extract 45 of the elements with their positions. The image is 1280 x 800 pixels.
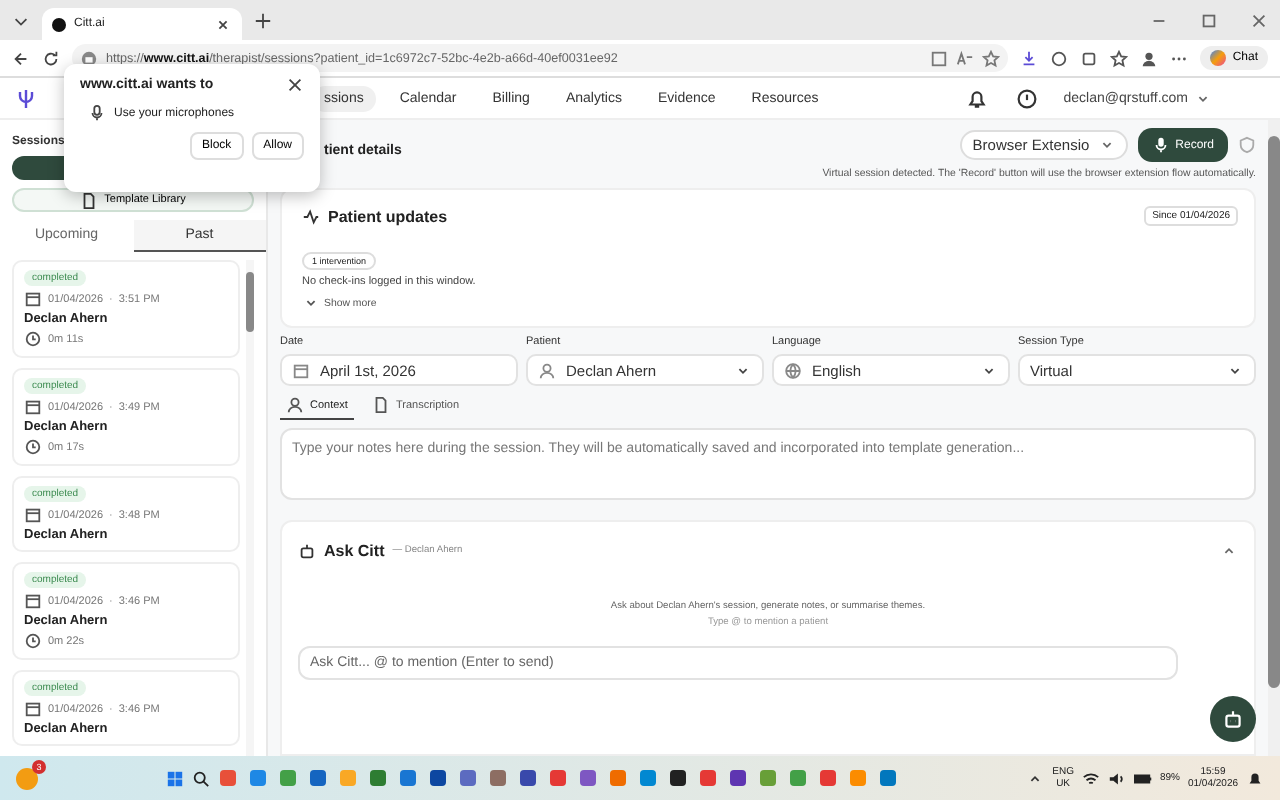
person-icon bbox=[538, 361, 556, 379]
favorites-icon[interactable] bbox=[1110, 49, 1129, 67]
site-info-icon[interactable] bbox=[80, 49, 98, 67]
volume-icon[interactable] bbox=[1107, 769, 1126, 787]
person-icon bbox=[286, 396, 304, 414]
robot-icon bbox=[1222, 708, 1244, 730]
calendar-icon bbox=[24, 592, 42, 610]
calendar-icon bbox=[292, 361, 310, 379]
read-aloud-icon[interactable] bbox=[956, 49, 975, 67]
new-tab-icon[interactable] bbox=[254, 11, 272, 29]
microphone-icon bbox=[1151, 136, 1170, 154]
wifi-icon[interactable] bbox=[1081, 769, 1100, 787]
robot-icon bbox=[298, 542, 316, 560]
close-window-icon[interactable] bbox=[1250, 11, 1268, 29]
start-icon[interactable] bbox=[165, 769, 184, 787]
document-icon bbox=[371, 396, 390, 414]
card-title: Patient updates bbox=[328, 207, 448, 225]
calendar-icon bbox=[24, 700, 42, 718]
bell-icon[interactable] bbox=[965, 87, 988, 109]
close-icon[interactable] bbox=[286, 76, 304, 94]
calendar-icon bbox=[24, 398, 42, 416]
reload-icon[interactable] bbox=[42, 49, 60, 67]
calendar-icon bbox=[24, 506, 42, 524]
profile-icon[interactable] bbox=[1140, 49, 1159, 67]
back-icon[interactable] bbox=[12, 49, 30, 67]
battery-icon[interactable] bbox=[1133, 769, 1152, 787]
clock-icon bbox=[24, 330, 42, 348]
search-icon[interactable] bbox=[191, 769, 210, 787]
document-icon bbox=[80, 191, 99, 209]
maximize-icon[interactable] bbox=[1200, 11, 1218, 29]
clock-icon bbox=[24, 438, 42, 456]
clock-icon[interactable] bbox=[1015, 87, 1038, 109]
pulse-icon bbox=[302, 207, 320, 225]
close-icon[interactable] bbox=[214, 15, 232, 33]
calendar-icon bbox=[24, 290, 42, 308]
extension-icon[interactable] bbox=[1020, 49, 1039, 67]
site-icon bbox=[52, 17, 66, 31]
microphone-icon bbox=[88, 104, 106, 122]
card-title: Ask Citt bbox=[324, 542, 385, 560]
globe-icon bbox=[784, 361, 802, 379]
star-icon[interactable] bbox=[982, 49, 1001, 67]
trident-logo-icon[interactable] bbox=[16, 88, 36, 108]
clock-icon bbox=[24, 632, 42, 650]
bell-icon[interactable] bbox=[1246, 769, 1265, 787]
copilot-icon bbox=[1210, 50, 1227, 66]
